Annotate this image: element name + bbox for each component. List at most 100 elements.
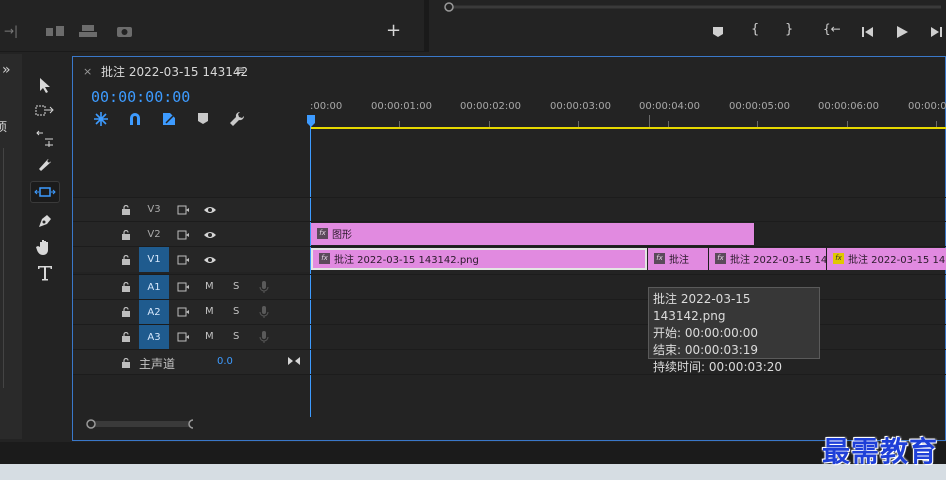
pen-tool[interactable] [30, 210, 60, 232]
sync-lock-icon[interactable] [177, 205, 189, 215]
hand-tool[interactable] [30, 236, 60, 258]
microphone-icon[interactable] [259, 330, 269, 344]
fx-badge: fx [715, 253, 726, 264]
add-marker-icon[interactable] [197, 112, 209, 126]
clip-graphic[interactable]: fx 图形 [311, 223, 755, 245]
track-target-v2[interactable]: V2 [139, 222, 169, 246]
insert-sequence-nest-icon[interactable] [93, 111, 109, 127]
source-panel-toolbar: →| + [0, 0, 424, 52]
ruler-ticks [310, 115, 937, 127]
playhead-timecode[interactable]: 00:00:00:00 [91, 88, 190, 106]
zoom-scrollbar[interactable] [83, 419, 193, 429]
timeline-panel: × 批注 2022-03-15 143142 ≡ 00:00:00:00 :00… [72, 56, 946, 441]
time-ruler[interactable]: :00:00 00:00:01:00 00:00:02:00 00:00:03:… [310, 93, 946, 129]
sync-lock-icon[interactable] [177, 332, 189, 342]
clip-png-2[interactable]: fx 批注 [648, 248, 709, 270]
track-header: V3 [73, 198, 310, 221]
clip-label: 批注 2022-03-15 14 [730, 255, 827, 266]
clip-selected-png[interactable]: fx 批注 2022-03-15 143142.png [311, 248, 647, 270]
microphone-icon[interactable] [259, 280, 269, 294]
master-track-label: 主声道 [139, 357, 176, 371]
monitor-scrubber[interactable] [441, 0, 941, 12]
lock-icon[interactable] [121, 282, 131, 292]
track-header: A1 M S [73, 275, 310, 299]
track-target-a1[interactable]: A1 [139, 275, 169, 299]
sync-lock-icon[interactable] [177, 282, 189, 292]
track-select-tool[interactable] [30, 100, 60, 122]
play-icon[interactable] [895, 25, 909, 39]
clip-png-4[interactable]: fx 批注 2022-03-15 14 [827, 248, 946, 270]
solo-button[interactable]: S [233, 281, 239, 292]
ripple-edit-tool[interactable] [30, 128, 60, 150]
add-button[interactable]: + [386, 20, 401, 41]
track-header: V1 [73, 247, 310, 272]
sync-lock-icon[interactable] [177, 255, 189, 265]
go-to-in-icon[interactable]: {← [823, 22, 841, 36]
work-area-bar[interactable] [310, 127, 946, 129]
wrench-icon[interactable] [229, 111, 245, 127]
microphone-icon[interactable] [259, 305, 269, 319]
marker-icon[interactable] [712, 26, 724, 38]
camera-icon[interactable] [116, 24, 134, 38]
mark-out-icon[interactable]: } [785, 22, 793, 37]
tools-panel [22, 54, 68, 439]
fx-badge: fx [319, 253, 330, 264]
track-target-a3[interactable]: A3 [139, 325, 169, 349]
mute-button[interactable]: M [205, 306, 214, 317]
snap-icon[interactable] [127, 111, 143, 127]
eye-icon[interactable] [203, 255, 217, 265]
panel-menu-icon[interactable]: ≡ [235, 63, 245, 77]
master-volume-value[interactable]: 0.0 [217, 356, 233, 367]
razor-tool[interactable] [30, 154, 60, 176]
track-header: A3 M S [73, 325, 310, 349]
lock-icon[interactable] [121, 205, 131, 215]
sequence-tab-title[interactable]: 批注 2022-03-15 143142 [101, 63, 248, 80]
track-target-a2[interactable]: A2 [139, 300, 169, 324]
selection-tool[interactable] [30, 74, 60, 96]
ripple-edit-icon [36, 130, 53, 147]
track-target-v1[interactable]: V1 [139, 247, 169, 272]
sync-lock-icon[interactable] [177, 230, 189, 240]
razor-icon [39, 159, 51, 171]
track-header: 主声道 0.0 [73, 350, 310, 374]
clip-png-3[interactable]: fx 批注 2022-03-15 14 [709, 248, 827, 270]
program-monitor-toolbar: { } {← [429, 0, 946, 52]
eye-icon[interactable] [203, 205, 217, 215]
go-to-end-icon[interactable] [287, 356, 301, 366]
arrow-icon [40, 78, 50, 93]
tooltip-end: 结束: 00:00:03:19 [653, 343, 759, 357]
mark-in-icon[interactable]: { [751, 22, 759, 37]
lock-icon[interactable] [121, 230, 131, 240]
mute-button[interactable]: M [205, 331, 214, 342]
ruler-tick-label: 00:00:02:00 [460, 101, 522, 112]
eye-icon[interactable] [203, 230, 217, 240]
close-tab-icon[interactable]: × [83, 65, 92, 78]
lock-icon[interactable] [121, 255, 131, 265]
extract-icon[interactable] [78, 24, 100, 38]
clip-label: 批注 [669, 255, 689, 266]
fx-badge: fx [654, 253, 665, 264]
step-back-icon[interactable] [861, 26, 875, 38]
project-panel-border [0, 148, 4, 388]
linked-selection-icon[interactable] [161, 111, 177, 127]
lock-icon[interactable] [121, 358, 131, 368]
type-tool[interactable] [30, 262, 60, 284]
lock-icon[interactable] [121, 332, 131, 342]
track-target-v3[interactable]: V3 [139, 198, 169, 221]
clip-label: 批注 2022-03-15 143142.png [334, 255, 479, 266]
clip-label: 批注 2022-03-15 14 [848, 255, 946, 266]
slip-tool[interactable] [30, 181, 60, 203]
sync-lock-icon[interactable] [177, 307, 189, 317]
lift-icon[interactable] [44, 24, 66, 38]
mute-button[interactable]: M [205, 281, 214, 292]
collapse-panels-button[interactable]: » [2, 62, 11, 78]
solo-button[interactable]: S [233, 331, 239, 342]
lock-icon[interactable] [121, 307, 131, 317]
solo-button[interactable]: S [233, 306, 239, 317]
type-icon [38, 266, 52, 281]
playhead-handle-icon[interactable] [307, 115, 315, 127]
desktop-edge [0, 464, 946, 480]
step-forward-icon[interactable] [929, 26, 943, 38]
insert-icon[interactable]: →| [4, 24, 18, 38]
ruler-tick-label: :00:00 [310, 101, 343, 112]
